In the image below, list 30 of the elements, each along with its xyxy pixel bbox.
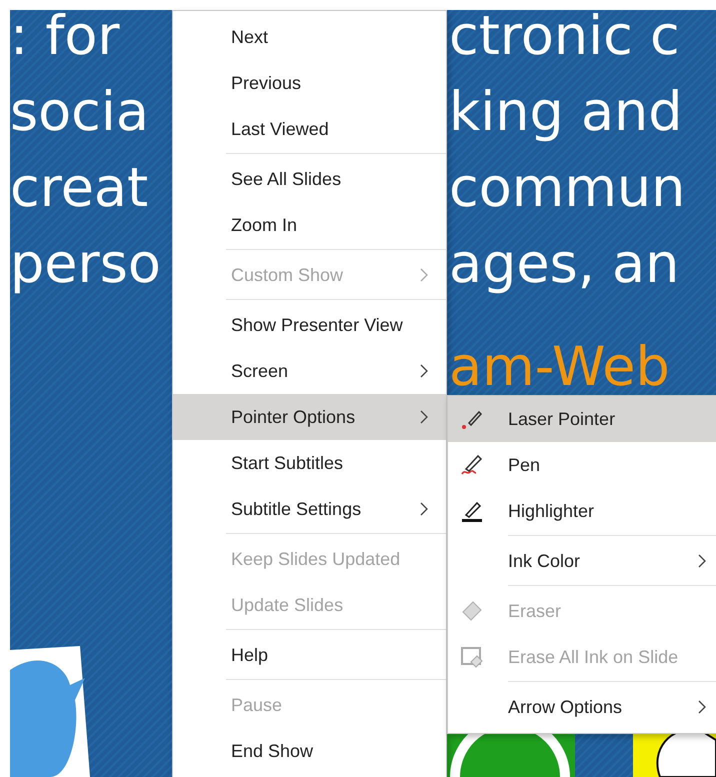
- menu-item[interactable]: Ink Color: [448, 538, 716, 584]
- menu-item[interactable]: See All Slides: [173, 156, 446, 202]
- menu-item[interactable]: Arrow Options: [448, 684, 716, 730]
- slide-text: commun: [449, 156, 686, 220]
- slide-text: perso: [10, 232, 161, 296]
- slide-text: ages, an: [449, 232, 680, 296]
- pen-icon: [460, 453, 484, 477]
- slide-text: king and: [449, 80, 683, 144]
- slide-text: creat: [10, 156, 148, 220]
- slide-text: : for: [10, 10, 120, 68]
- menu-item[interactable]: Help: [173, 632, 446, 678]
- slide-heading: am-Web: [449, 340, 670, 394]
- slide-text: socia: [10, 80, 149, 144]
- erase-slide-icon: [460, 645, 484, 669]
- menu-item[interactable]: Last Viewed: [173, 106, 446, 152]
- menu-item[interactable]: Start Subtitles: [173, 440, 446, 486]
- menu-item[interactable]: Laser Pointer: [448, 396, 716, 442]
- menu-item[interactable]: Next: [173, 14, 446, 60]
- highlighter-icon: [460, 499, 484, 523]
- menu-item[interactable]: Zoom In: [173, 202, 446, 248]
- menu-item[interactable]: Pen: [448, 442, 716, 488]
- menu-item[interactable]: Highlighter: [448, 488, 716, 534]
- menu-item[interactable]: Screen: [173, 348, 446, 394]
- slide-text: ctronic c: [449, 10, 680, 68]
- menu-item[interactable]: Pointer Options: [173, 394, 446, 440]
- menu-item[interactable]: Previous: [173, 60, 446, 106]
- eraser-icon: [460, 599, 484, 623]
- menu-item[interactable]: Subtitle Settings: [173, 486, 446, 532]
- menu-item[interactable]: Show Presenter View: [173, 302, 446, 348]
- menu-item[interactable]: End Show: [173, 728, 446, 774]
